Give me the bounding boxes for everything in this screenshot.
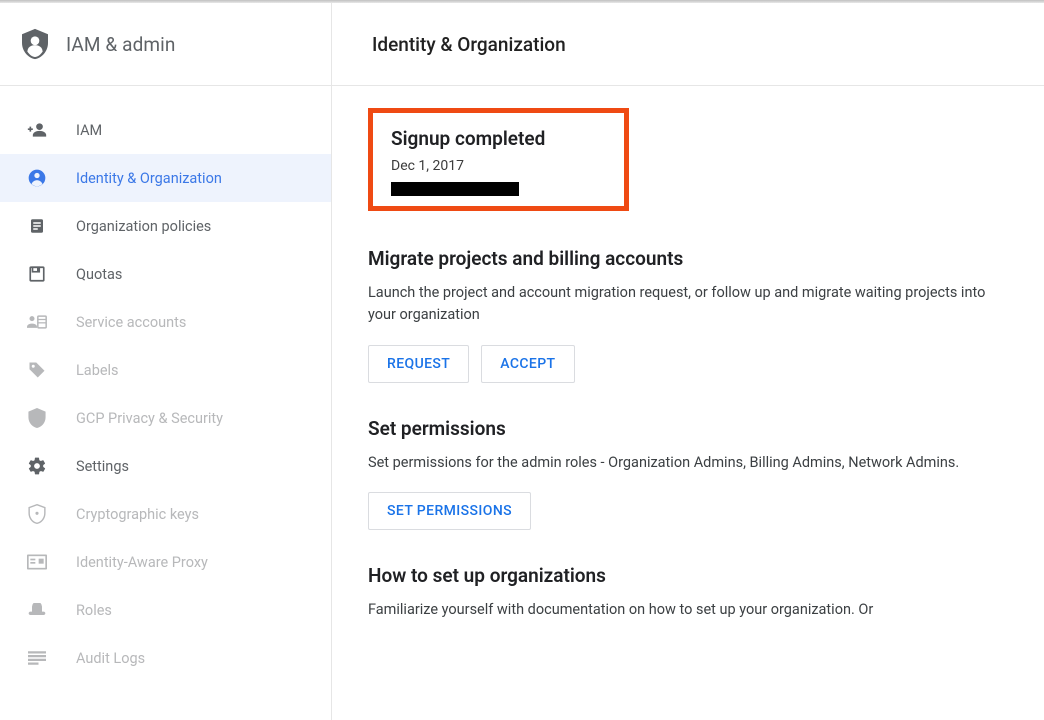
redacted-text	[391, 182, 519, 196]
sidebar-header: IAM & admin	[0, 3, 331, 86]
sidebar: IAM & admin IAM Identity & Organization …	[0, 3, 332, 720]
page-title: Identity & Organization	[372, 33, 566, 56]
sidebar-item-label: GCP Privacy & Security	[76, 410, 223, 427]
request-button[interactable]: REQUEST	[368, 345, 469, 383]
accept-button[interactable]: ACCEPT	[481, 345, 574, 383]
section-how-to-setup: How to set up organizations Familiarize …	[368, 564, 1008, 621]
signup-completed-box: Signup completed Dec 1, 2017	[368, 108, 629, 211]
button-row: REQUEST ACCEPT	[368, 345, 1008, 383]
sidebar-item-identity-aware-proxy[interactable]: Identity-Aware Proxy	[0, 538, 331, 586]
sidebar-item-label: IAM	[76, 122, 102, 139]
add-person-icon	[26, 119, 48, 141]
main-content: Signup completed Dec 1, 2017 Migrate pro…	[332, 86, 1044, 622]
sidebar-item-gcp-privacy-security[interactable]: GCP Privacy & Security	[0, 394, 331, 442]
document-icon	[26, 215, 48, 237]
section-title: Migrate projects and billing accounts	[368, 247, 1008, 270]
section-body: Set permissions for the admin roles - Or…	[368, 452, 1008, 474]
sidebar-item-settings[interactable]: Settings	[0, 442, 331, 490]
set-permissions-button[interactable]: SET PERMISSIONS	[368, 492, 531, 530]
tag-icon	[26, 359, 48, 381]
main-header: Identity & Organization	[332, 3, 1044, 86]
button-row: SET PERMISSIONS	[368, 492, 1008, 530]
sidebar-item-service-accounts[interactable]: Service accounts	[0, 298, 331, 346]
sidebar-item-label: Quotas	[76, 266, 122, 283]
person-circle-icon	[26, 167, 48, 189]
sidebar-item-label: Service accounts	[76, 314, 186, 331]
sidebar-item-audit-logs[interactable]: Audit Logs	[0, 634, 331, 682]
sidebar-item-roles[interactable]: Roles	[0, 586, 331, 634]
section-title: How to set up organizations	[368, 564, 1008, 587]
sidebar-item-iam[interactable]: IAM	[0, 106, 331, 154]
sidebar-item-label: Cryptographic keys	[76, 506, 199, 523]
section-title: Set permissions	[368, 417, 1008, 440]
signup-date: Dec 1, 2017	[391, 158, 606, 174]
gear-icon	[26, 455, 48, 477]
sidebar-item-labels[interactable]: Labels	[0, 346, 331, 394]
section-body: Launch the project and account migration…	[368, 282, 1008, 327]
shield-icon	[26, 407, 48, 429]
sidebar-nav: IAM Identity & Organization Organization…	[0, 86, 331, 682]
iam-shield-icon	[22, 28, 48, 60]
hat-icon	[26, 599, 48, 621]
sidebar-item-label: Identity-Aware Proxy	[76, 554, 208, 571]
sidebar-item-label: Organization policies	[76, 218, 211, 235]
section-migrate: Migrate projects and billing accounts La…	[368, 247, 1008, 383]
sidebar-item-cryptographic-keys[interactable]: Cryptographic keys	[0, 490, 331, 538]
sidebar-item-label: Audit Logs	[76, 650, 145, 667]
section-set-permissions: Set permissions Set permissions for the …	[368, 417, 1008, 530]
sidebar-item-org-policies[interactable]: Organization policies	[0, 202, 331, 250]
save-icon	[26, 263, 48, 285]
sidebar-item-label: Roles	[76, 602, 112, 619]
proxy-icon	[26, 551, 48, 573]
sidebar-item-label: Settings	[76, 458, 129, 475]
lines-icon	[26, 647, 48, 669]
accounts-icon	[26, 311, 48, 333]
sidebar-item-identity-organization[interactable]: Identity & Organization	[0, 154, 331, 202]
shield-lock-icon	[26, 503, 48, 525]
main: Identity & Organization Signup completed…	[332, 3, 1044, 720]
sidebar-item-label: Identity & Organization	[76, 170, 222, 187]
sidebar-title: IAM & admin	[66, 33, 176, 56]
section-body: Familiarize yourself with documentation …	[368, 599, 1008, 621]
sidebar-item-quotas[interactable]: Quotas	[0, 250, 331, 298]
sidebar-item-label: Labels	[76, 362, 119, 379]
signup-title: Signup completed	[391, 127, 606, 150]
